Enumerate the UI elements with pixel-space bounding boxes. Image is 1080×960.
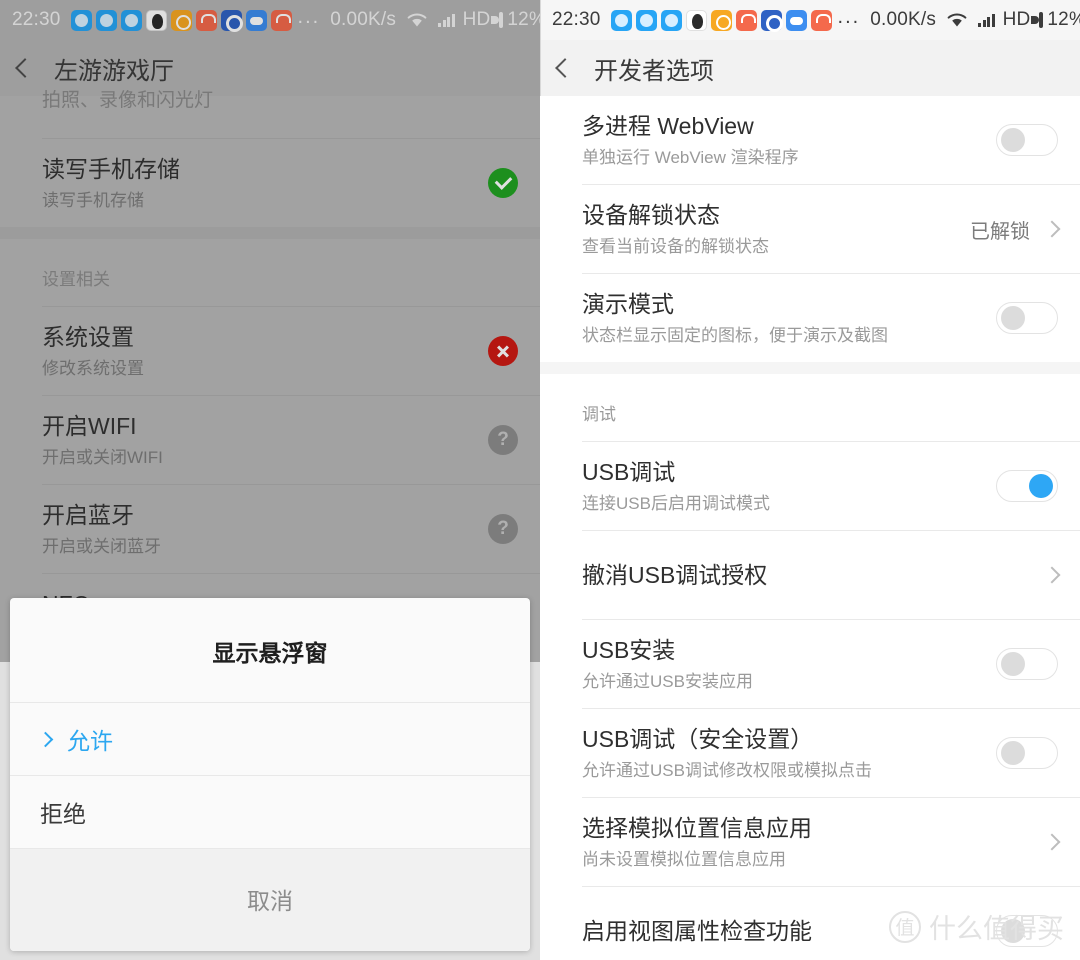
toggle-demo-mode[interactable] [996,302,1058,334]
app-icon-darkblue [760,9,783,32]
toggle-view-attribute-inspection[interactable] [996,915,1058,947]
taobao-icon-1 [735,9,757,31]
list-item-sub: 允许通过USB安装应用 [582,671,753,691]
list-item-title: USB安装 [582,636,676,663]
toggle-usb-debugging-security[interactable] [996,737,1058,769]
list-item-title: 撤消USB调试授权 [582,561,768,588]
list-item-title: 启用视图属性检查功能 [582,917,812,944]
floating-window-permission-dialog: 显示悬浮窗 允许 拒绝 取消 [10,598,530,951]
list-item-enable-view-attribute-inspection[interactable]: 启用视图属性检查功能 [540,887,1080,960]
list-item-revoke-usb-authorizations[interactable]: 撤消USB调试授权 [540,531,1080,619]
chevron-right-icon [1043,566,1061,584]
toggle-usb-debugging[interactable] [996,470,1058,502]
right-page-title: 开发者选项 [594,57,714,85]
dialog-deny-button[interactable]: 拒绝 [10,776,530,848]
status-time: 22:30 [552,9,601,30]
list-item-title: 设备解锁状态 [582,201,720,228]
list-item-sub: 尚未设置模拟位置信息应用 [582,849,786,869]
toggle-multiprocess-webview[interactable] [996,124,1058,156]
list-item-usb-debugging[interactable]: USB调试 连接USB后启用调试模式 [540,442,1080,530]
left-panel: 22:30 ... 0.00K/s HD 12 左游游戏厅 拍照、录像和闪光灯 … [0,0,540,960]
list-item-title: USB调试 [582,458,676,485]
battery-icon [1031,12,1044,28]
list-item-sub: 单独运行 WebView 渲染程序 [582,147,799,167]
toggle-usb-install[interactable] [996,648,1058,680]
status-notification-icons [610,9,832,32]
list-item-usb-install[interactable]: USB安装 允许通过USB安装应用 [540,620,1080,708]
list-item-demo-mode[interactable]: 演示模式 状态栏显示固定的图标，便于演示及截图 [540,274,1080,362]
back-arrow-icon[interactable] [555,58,575,78]
chevron-right-icon [1043,833,1061,851]
dialog-allow-button[interactable]: 允许 [10,703,530,775]
battery-percent: 12% [1047,9,1080,30]
list-item-device-unlock-status[interactable]: 设备解锁状态 查看当前设备的解锁状态 已解锁 [540,185,1080,273]
app-icon-blue-3 [660,9,682,31]
cloud-icon [785,9,807,31]
dual-screenshot: 22:30 ... 0.00K/s HD 12 左游游戏厅 拍照、录像和闪光灯 … [0,0,1080,960]
dialog-cancel-button[interactable]: 取消 [10,849,530,951]
network-type-label: HD [1002,9,1031,30]
app-icon-blue-2 [635,9,657,31]
list-item-multiprocess-webview[interactable]: 多进程 WebView 单独运行 WebView 渲染程序 [540,96,1080,184]
taobao-icon-2 [810,9,832,31]
app-icon-orange [710,9,732,31]
section-gap [540,362,1080,374]
developer-options-list: 多进程 WebView 单独运行 WebView 渲染程序 设备解锁状态 查看当… [540,96,1080,960]
right-panel: 22:30 ... 0.00K/s HD 12 开发者选项 多进程 WebVie… [540,0,1080,960]
network-speed: 0.00K/s [870,9,937,30]
wifi-icon [946,12,968,28]
list-item-sub: 连接USB后启用调试模式 [582,493,770,513]
list-item-sub: 状态栏显示固定的图标，便于演示及截图 [582,325,888,345]
list-item-sub: 查看当前设备的解锁状态 [582,236,769,256]
right-app-bar: 开发者选项 [540,40,1080,96]
section-header-debug: 调试 [582,405,616,424]
list-item-title: 选择模拟位置信息应用 [582,814,812,841]
signal-icon [978,13,995,27]
qq-icon [685,9,707,31]
list-item-mock-location-app[interactable]: 选择模拟位置信息应用 尚未设置模拟位置信息应用 [540,798,1080,886]
device-unlock-value: 已解锁 [970,220,1030,243]
chevron-right-icon [37,731,54,747]
list-item-sub: 允许通过USB调试修改权限或模拟点击 [582,760,872,780]
overflow-dots-icon: ... [837,6,861,28]
list-item-title: USB调试（安全设置） [582,725,814,752]
chevron-right-icon [1043,220,1061,238]
status-bar-right: 22:30 ... 0.00K/s HD 12 [540,0,1080,40]
dialog-title: 显示悬浮窗 [212,640,328,666]
list-item-title: 演示模式 [582,290,674,317]
list-item-title: 多进程 WebView [582,112,754,139]
dialog-deny-label: 拒绝 [40,801,86,827]
app-icon-blue-1 [610,9,632,31]
dialog-allow-label: 允许 [67,728,113,754]
list-item-usb-debugging-security[interactable]: USB调试（安全设置） 允许通过USB调试修改权限或模拟点击 [540,709,1080,797]
